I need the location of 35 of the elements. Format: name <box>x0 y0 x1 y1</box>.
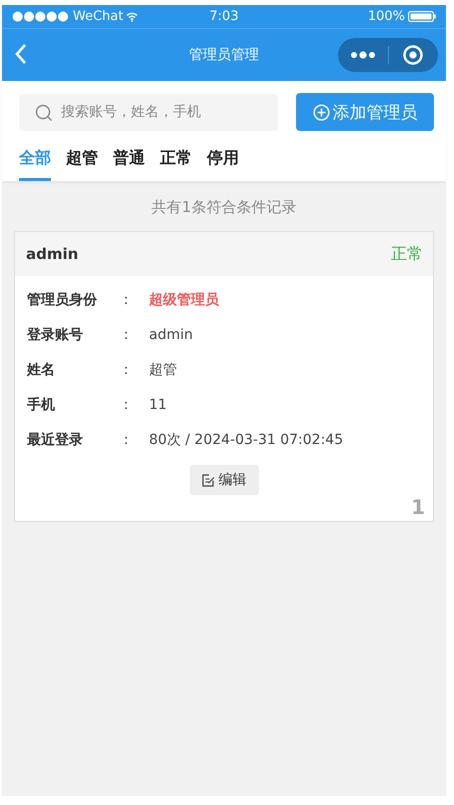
search-field[interactable]: 搜索账号，姓名，手机 <box>19 94 278 130</box>
battery-level: 100% <box>368 9 406 24</box>
page-title: 管理员管理 <box>189 47 259 63</box>
battery-icon <box>408 11 436 22</box>
field-separator: ： <box>119 430 134 448</box>
field-separator: ： <box>119 326 134 344</box>
record-count: 共有1条符合条件记录 <box>152 198 296 216</box>
more-icon <box>350 51 376 59</box>
field-separator: ： <box>119 290 134 308</box>
field-label: 管理员身份 <box>27 290 98 308</box>
filter-tab[interactable]: 普通 <box>113 148 145 181</box>
filter-tab[interactable]: 停用 <box>207 148 239 181</box>
field-value: 超级管理员 <box>149 290 219 308</box>
edit-icon <box>202 474 214 486</box>
filter-tab[interactable]: 正常 <box>160 148 192 181</box>
filter-tab[interactable]: 超管 <box>66 148 98 181</box>
record-index: 1 <box>411 495 425 519</box>
field-separator: ： <box>119 360 134 378</box>
plus-circle-icon <box>312 104 330 120</box>
clock-time: 7:03 <box>209 9 239 24</box>
carrier-label: ●●●●● WeChat <box>12 9 124 24</box>
close-icon <box>402 44 424 66</box>
field-label: 登录账号 <box>27 326 84 344</box>
field-label: 姓名 <box>27 360 56 378</box>
field-value: 11 <box>149 396 167 412</box>
admin-username: admin <box>26 245 78 263</box>
field-label: 最近登录 <box>27 430 84 448</box>
field-value: 超管 <box>149 360 177 378</box>
field-value: admin <box>149 326 193 342</box>
wifi-icon <box>126 12 138 22</box>
field-label: 手机 <box>27 396 56 414</box>
edit-button[interactable]: 编辑 <box>190 465 258 495</box>
status-label: 正常 <box>391 244 423 264</box>
field-value: 80次 / 2024-03-31 07:02:45 <box>149 430 344 448</box>
field-separator: ： <box>119 396 134 414</box>
